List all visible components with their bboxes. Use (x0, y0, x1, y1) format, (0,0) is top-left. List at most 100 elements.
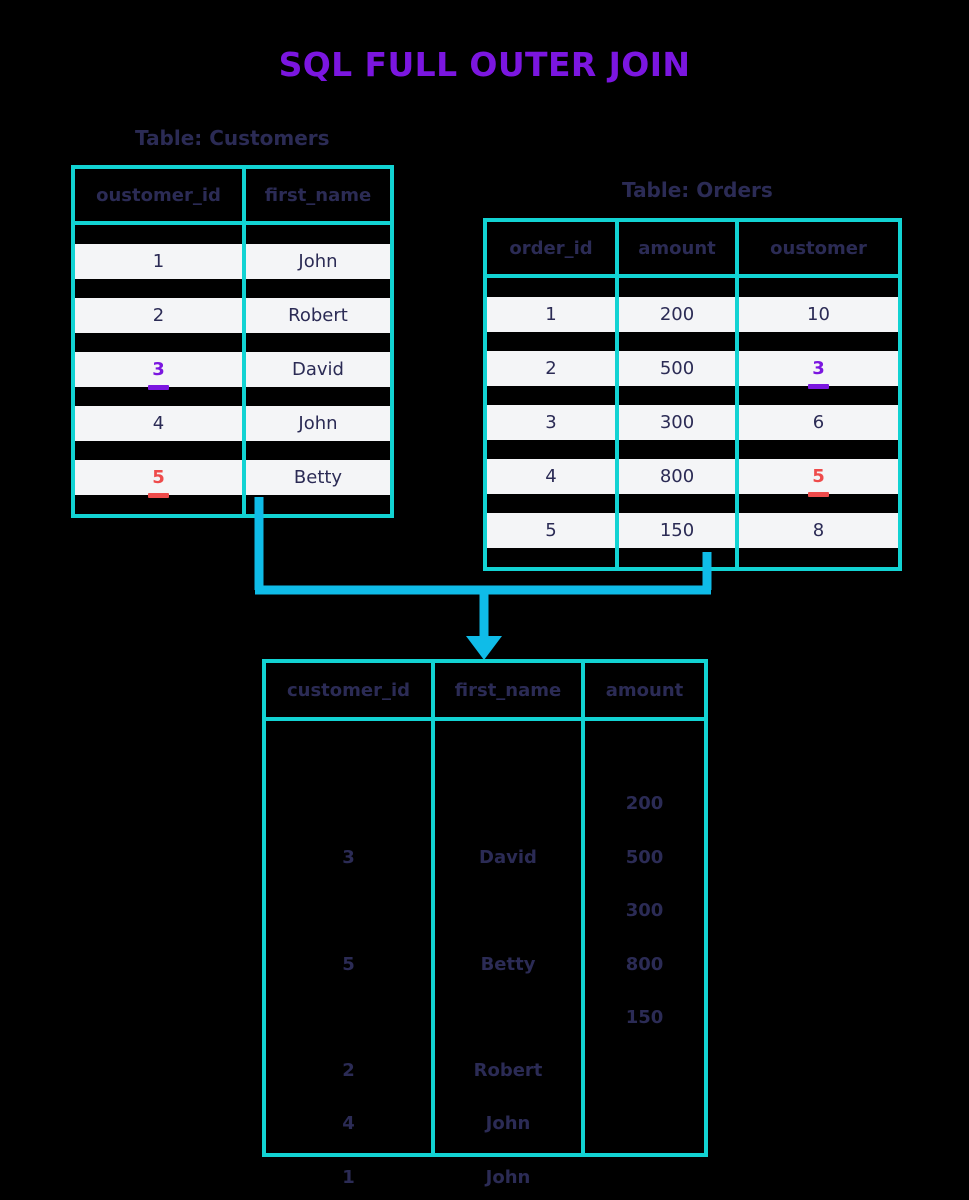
row-gap-cell (735, 332, 898, 351)
row-gap-cell (242, 225, 390, 244)
row-gap-cell (487, 278, 615, 297)
column-header-amount: amount (581, 663, 704, 717)
row-gap-cell (487, 548, 615, 567)
highlighted-value: 5 (148, 466, 169, 498)
result-cell-amount: 300 (625, 900, 664, 921)
row-gap-cell (487, 440, 615, 459)
result-cell-customer-id: 5 (342, 954, 355, 975)
row-gap-cell (615, 494, 735, 513)
result-table-header-row: customer_id first_name amount (266, 663, 704, 721)
row-gap-cell (487, 386, 615, 405)
column-header-first-name: first_name (242, 169, 390, 225)
column-header-customer-id: oustomer_id (75, 169, 242, 225)
cell-customer: 10 (735, 297, 898, 332)
column-header-amount: amount (615, 222, 735, 278)
result-column-first-name: David Betty Robert John John (431, 721, 581, 1188)
row-gap-cell (242, 333, 390, 352)
result-cell-first-name: Robert (473, 1060, 543, 1081)
cell-customer-id: 4 (75, 406, 242, 441)
result-cell-first-name: Betty (480, 954, 536, 975)
cell-amount: 300 (615, 405, 735, 440)
row-gap-cell (735, 440, 898, 459)
cell-order-id: 4 (487, 459, 615, 494)
table-row: 3 David (75, 352, 390, 390)
row-gap-cell (242, 279, 390, 298)
table-row: 5 Betty (75, 460, 390, 498)
result-cell-customer-id: 1 (342, 1167, 355, 1188)
arrow-down-icon (466, 636, 502, 660)
row-gap-cell (615, 386, 735, 405)
cell-customer-id: 5 (75, 460, 242, 498)
row-gap (487, 278, 898, 297)
table-row: 4 800 5 (487, 459, 898, 497)
table-row: 1 John (75, 244, 390, 279)
customers-table-caption: Table: Customers (135, 126, 330, 150)
column-header-first-name: first_name (431, 663, 581, 717)
result-cell-first-name: David (479, 847, 537, 868)
cell-first-name: John (242, 406, 390, 441)
column-header-customer-id: customer_id (286, 679, 411, 701)
row-gap-cell (615, 278, 735, 297)
row-gap-cell (242, 387, 390, 406)
row-gap (487, 548, 898, 567)
row-gap-cell (735, 548, 898, 567)
cell-amount: 800 (615, 459, 735, 494)
cell-amount: 200 (615, 297, 735, 332)
row-gap (487, 494, 898, 513)
cell-amount: 500 (615, 351, 735, 386)
result-cell-first-name: John (485, 1167, 531, 1188)
result-table-body: 3 5 2 4 1 David Betty Robert John John 2… (266, 721, 704, 1188)
cell-first-name: Robert (242, 298, 390, 333)
column-header-order-id: order_id (487, 222, 615, 278)
row-gap-cell (75, 495, 242, 514)
row-gap (487, 386, 898, 405)
table-row: 1 200 10 (487, 297, 898, 332)
row-gap (75, 279, 390, 298)
cell-order-id: 2 (487, 351, 615, 386)
cell-customer: 6 (735, 405, 898, 440)
table-row: 3 300 6 (487, 405, 898, 440)
highlighted-value: 5 (808, 465, 829, 497)
cell-first-name: Betty (242, 460, 390, 495)
row-gap-cell (735, 494, 898, 513)
customers-table: oustomer_id first_name 1 John 2 Robert 3… (71, 165, 394, 518)
highlighted-value: 3 (148, 358, 169, 390)
table-header-row: oustomer_id first_name (75, 169, 390, 225)
table-row: 5 150 8 (487, 513, 898, 548)
row-gap-cell (75, 279, 242, 298)
cell-customer: 5 (735, 459, 898, 497)
row-gap (487, 440, 898, 459)
result-cell-customer-id: 2 (342, 1060, 355, 1081)
cell-first-name: David (242, 352, 390, 387)
row-gap-cell (487, 494, 615, 513)
row-gap-cell (487, 332, 615, 351)
cell-customer: 8 (735, 513, 898, 548)
cell-order-id: 3 (487, 405, 615, 440)
row-gap (75, 495, 390, 514)
result-cell-amount: 500 (625, 847, 664, 868)
row-gap (487, 332, 898, 351)
row-gap-cell (615, 332, 735, 351)
row-gap-cell (75, 333, 242, 352)
orders-table: order_id amount oustomer 1 200 10 2 500 … (483, 218, 902, 571)
row-gap-cell (735, 278, 898, 297)
highlighted-value: 3 (808, 357, 829, 389)
row-gap-cell (615, 548, 735, 567)
cell-customer-id: 1 (75, 244, 242, 279)
orders-table-caption: Table: Orders (622, 178, 773, 202)
cell-customer-id: 2 (75, 298, 242, 333)
result-cell-customer-id: 4 (342, 1113, 355, 1134)
row-gap-cell (242, 495, 390, 514)
column-header-customer: oustomer (735, 222, 898, 278)
row-gap (75, 387, 390, 406)
row-gap (75, 441, 390, 460)
result-cell-first-name: John (485, 1113, 531, 1134)
cell-order-id: 1 (487, 297, 615, 332)
row-gap-cell (735, 386, 898, 405)
result-cell-amount: 800 (625, 954, 664, 975)
result-column-customer-id: 3 5 2 4 1 (266, 721, 431, 1188)
result-cell-amount: 200 (625, 793, 664, 814)
result-cell-customer-id: 3 (342, 847, 355, 868)
row-gap (75, 225, 390, 244)
row-gap (75, 333, 390, 352)
